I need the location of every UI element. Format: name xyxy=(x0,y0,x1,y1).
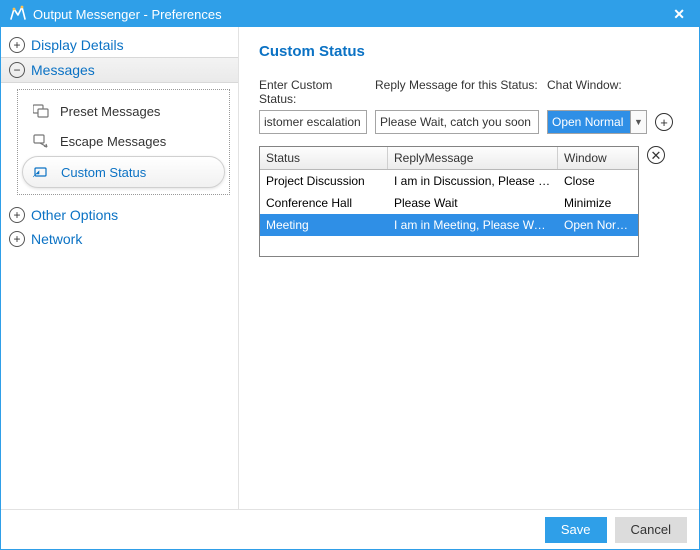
cell-reply: Please Wait xyxy=(388,194,558,212)
label-chat-window: Chat Window: xyxy=(547,78,633,106)
category-messages[interactable]: − Messages xyxy=(1,57,238,83)
preferences-window: Output Messenger - Preferences ✕ + Displ… xyxy=(0,0,700,550)
custom-status-icon xyxy=(33,164,51,180)
collapse-icon: − xyxy=(9,62,25,78)
cell-status: Meeting xyxy=(260,216,388,234)
page-heading: Custom Status xyxy=(259,43,679,60)
status-table: Status ReplyMessage Window Project Discu… xyxy=(259,146,639,257)
sidebar-item-label: Preset Messages xyxy=(60,104,160,119)
app-icon xyxy=(9,5,27,23)
add-status-button[interactable]: + xyxy=(655,113,673,131)
expand-icon: + xyxy=(9,231,25,247)
preset-messages-icon xyxy=(32,103,50,119)
cell-reply: I am in Discussion, Please Wai... xyxy=(388,172,558,190)
col-header-window[interactable]: Window xyxy=(558,147,638,169)
messages-subgroup: Preset Messages Escape Messages Custom S… xyxy=(17,89,230,195)
sidebar-item-label: Escape Messages xyxy=(60,134,166,149)
category-other-options[interactable]: + Other Options xyxy=(1,203,238,227)
sidebar: + Display Details − Messages Preset Mess… xyxy=(1,27,239,509)
table-row[interactable]: Project Discussion I am in Discussion, P… xyxy=(260,170,638,192)
cell-window: Close xyxy=(558,172,638,190)
category-label: Messages xyxy=(31,62,95,78)
sidebar-item-preset-messages[interactable]: Preset Messages xyxy=(22,96,225,126)
category-label: Display Details xyxy=(31,37,124,53)
cell-window: Open Normal xyxy=(558,216,638,234)
body: + Display Details − Messages Preset Mess… xyxy=(1,27,699,509)
category-label: Other Options xyxy=(31,207,118,223)
inputs-row: Open Normal ▼ + xyxy=(259,110,679,134)
cancel-button[interactable]: Cancel xyxy=(615,517,687,543)
escape-messages-icon xyxy=(32,133,50,149)
close-button[interactable]: ✕ xyxy=(667,6,691,23)
table-row[interactable]: Meeting I am in Meeting, Please Wait f..… xyxy=(260,214,638,236)
cell-status: Project Discussion xyxy=(260,172,388,190)
sidebar-item-custom-status[interactable]: Custom Status xyxy=(22,156,225,188)
category-network[interactable]: + Network xyxy=(1,227,238,251)
col-header-status[interactable]: Status xyxy=(260,147,388,169)
category-display-details[interactable]: + Display Details xyxy=(1,33,238,57)
table-header: Status ReplyMessage Window xyxy=(260,147,638,170)
category-label: Network xyxy=(31,231,82,247)
col-header-reply[interactable]: ReplyMessage xyxy=(388,147,558,169)
cell-window: Minimize xyxy=(558,194,638,212)
reply-message-input[interactable] xyxy=(375,110,539,134)
content-panel: Custom Status Enter Custom Status: Reply… xyxy=(239,27,699,509)
window-title: Output Messenger - Preferences xyxy=(33,7,667,22)
save-button[interactable]: Save xyxy=(545,517,607,543)
titlebar: Output Messenger - Preferences ✕ xyxy=(1,1,699,27)
chat-window-select[interactable]: Open Normal ▼ xyxy=(547,110,647,134)
table-wrap: Status ReplyMessage Window Project Discu… xyxy=(259,146,679,257)
sidebar-item-escape-messages[interactable]: Escape Messages xyxy=(22,126,225,156)
chat-window-selected[interactable]: Open Normal xyxy=(548,111,630,133)
table-row[interactable]: Conference Hall Please Wait Minimize xyxy=(260,192,638,214)
label-status: Enter Custom Status: xyxy=(259,78,367,106)
custom-status-input[interactable] xyxy=(259,110,367,134)
chevron-down-icon[interactable]: ▼ xyxy=(630,111,646,133)
footer: Save Cancel xyxy=(1,509,699,549)
label-reply: Reply Message for this Status: xyxy=(375,78,539,106)
remove-status-button[interactable]: ✕ xyxy=(647,146,665,164)
table-body: Project Discussion I am in Discussion, P… xyxy=(260,170,638,256)
expand-icon: + xyxy=(9,207,25,223)
expand-icon: + xyxy=(9,37,25,53)
cell-status: Conference Hall xyxy=(260,194,388,212)
sidebar-item-label: Custom Status xyxy=(61,165,146,180)
cell-reply: I am in Meeting, Please Wait f... xyxy=(388,216,558,234)
field-labels: Enter Custom Status: Reply Message for t… xyxy=(259,78,679,106)
